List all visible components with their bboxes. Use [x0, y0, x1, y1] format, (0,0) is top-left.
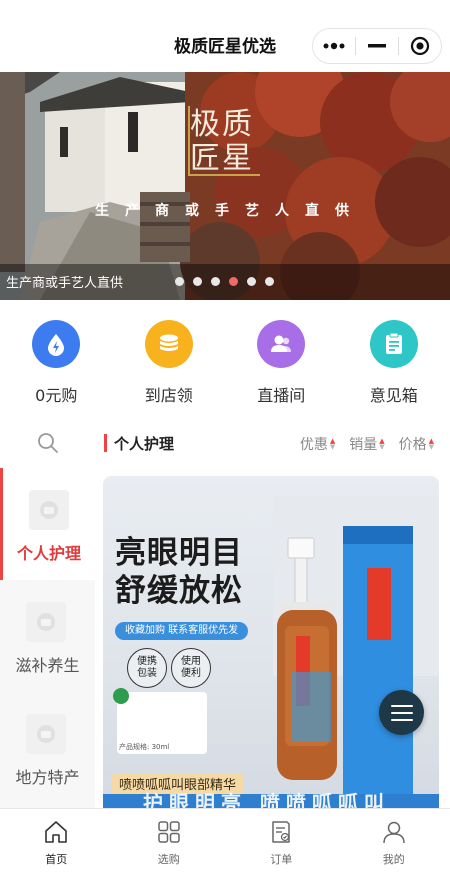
quick-nav-free-buy[interactable]: 0元购 — [0, 300, 113, 418]
product-headline: 亮眼明目 舒缓放松 — [115, 534, 243, 610]
product-bottom-text: 护眼明亮 喷喷呱呱叫 — [143, 791, 390, 808]
product-headline-line1: 亮眼明目 — [115, 535, 243, 571]
tab-label: 选购 — [157, 853, 180, 866]
category-sidebar: 个人护理 滋补养生 地方特产 — [0, 418, 95, 808]
quick-nav-label: 0元购 — [35, 386, 78, 405]
tab-label: 我的 — [382, 853, 405, 866]
product-feature-badge: 使用 便利 — [171, 648, 211, 688]
carousel-indicator — [175, 277, 274, 286]
menu-icon — [390, 704, 413, 721]
banner-caption-bar: 生产商或手艺人直供 — [0, 264, 450, 300]
product-feature-badge: 便携 包装 — [127, 648, 167, 688]
quick-icon-circle — [369, 320, 418, 368]
product-status-dot — [113, 688, 129, 704]
quick-icon-circle — [257, 320, 305, 368]
category-label: 地方特产 — [15, 768, 80, 787]
target-close-icon — [410, 36, 430, 56]
sort-arrows-icon: ▲ ▼ — [428, 437, 434, 451]
user-icon — [382, 821, 405, 844]
section-accent-bar — [104, 434, 107, 452]
carousel-dot[interactable] — [193, 277, 202, 286]
product-image — [119, 496, 439, 796]
tab-label: 首页 — [45, 853, 68, 866]
image-placeholder-icon — [37, 613, 55, 631]
banner-carousel[interactable]: 极质 匠星 生产商或手艺人直供 生产商或手艺人直供 — [0, 72, 450, 300]
bottom-tab-bar: 首页 选购 订单 我的 — [0, 808, 450, 873]
sort-options: 优惠 ▲ ▼ 销量 ▲ ▼ 价格 ▲ ▼ — [300, 434, 434, 454]
sort-label: 优惠 — [299, 437, 328, 453]
carousel-dot[interactable] — [265, 277, 274, 286]
sort-sales[interactable]: 销量 ▲ ▼ — [349, 434, 384, 454]
carousel-dot[interactable] — [175, 277, 184, 286]
sort-arrows-icon: ▲ ▼ — [329, 437, 336, 451]
sort-label: 销量 — [349, 437, 378, 453]
quick-nav-store-pickup[interactable]: 到店领 — [113, 300, 226, 418]
badge-text: 便携 包装 — [137, 656, 157, 679]
water-drop-icon — [48, 334, 64, 356]
banner-caption: 生产商或手艺人直供 — [6, 276, 124, 291]
category-image-placeholder — [26, 602, 66, 642]
more-button[interactable] — [313, 29, 355, 63]
category-image-placeholder — [26, 714, 66, 754]
quick-icon-circle — [32, 320, 80, 368]
quick-icon-circle — [144, 320, 193, 368]
clipboard-icon — [385, 332, 402, 354]
nav-header: 极质匠星优选 — [0, 0, 450, 72]
tab-shop[interactable]: 选购 — [113, 809, 226, 873]
tab-mine[interactable]: 我的 — [338, 809, 450, 873]
product-list-header: 个人护理 优惠 ▲ ▼ 销量 ▲ ▼ 价格 ▲ ▼ — [95, 418, 450, 468]
quick-nav-label: 直播间 — [257, 386, 306, 405]
floating-menu-button[interactable] — [379, 690, 424, 735]
image-placeholder-icon — [40, 501, 58, 519]
quick-nav-label: 到店领 — [144, 386, 193, 405]
category-local-specialty[interactable]: 地方特产 — [0, 692, 95, 804]
sort-discount[interactable]: 优惠 ▲ ▼ — [300, 434, 335, 454]
carousel-dot-active[interactable] — [229, 277, 238, 286]
coin-stack-icon — [159, 334, 178, 351]
close-button[interactable] — [399, 29, 441, 63]
quick-nav: 0元购 到店领 直播间 意见箱 — [0, 300, 450, 418]
user-group-icon — [271, 335, 291, 352]
category-personal-care[interactable]: 个人护理 — [0, 468, 95, 580]
banner-logo-line1: 极质 — [190, 107, 254, 142]
sort-arrows-icon: ▲ ▼ — [379, 437, 385, 451]
quick-nav-live-room[interactable]: 直播间 — [225, 300, 338, 418]
order-icon — [272, 821, 290, 843]
sort-price[interactable]: 价格 ▲ ▼ — [399, 434, 434, 454]
product-spec-text: 产品规格: 30ml — [119, 743, 170, 751]
tab-label: 订单 — [270, 853, 293, 866]
product-card[interactable]: 亮眼明目 舒缓放松 收藏加购 联系客服优先发 便携 包装 使用 便利 产品规格:… — [103, 476, 439, 808]
category-label: 个人护理 — [16, 544, 81, 563]
category-image-placeholder — [29, 490, 69, 530]
category-label: 滋补养生 — [15, 656, 80, 675]
banner-logo: 极质 匠星 — [190, 108, 266, 176]
banner-logo-line2: 匠星 — [190, 141, 254, 176]
minimize-button[interactable] — [356, 29, 398, 63]
banner-slogan: 生产商或手艺人直供 — [95, 203, 365, 219]
quick-nav-label: 意见箱 — [369, 386, 418, 405]
quick-nav-feedback[interactable]: 意见箱 — [338, 300, 450, 418]
mini-program-capsule — [312, 28, 442, 64]
home-icon — [45, 821, 67, 843]
minus-icon — [368, 44, 386, 48]
product-promo-pill: 收藏加购 联系客服优先发 — [115, 622, 249, 640]
tab-orders[interactable]: 订单 — [225, 809, 338, 873]
sort-label: 价格 — [398, 437, 427, 453]
more-dots-icon — [323, 42, 345, 50]
badge-text: 使用 便利 — [181, 656, 201, 679]
category-nourishing[interactable]: 滋补养生 — [0, 580, 95, 692]
product-headline-line2: 舒缓放松 — [115, 573, 243, 609]
image-placeholder-icon — [37, 725, 55, 743]
grid-icon — [157, 821, 180, 843]
search-button[interactable] — [0, 418, 95, 468]
carousel-dot[interactable] — [247, 277, 256, 286]
search-icon — [37, 433, 58, 453]
carousel-dot[interactable] — [211, 277, 220, 286]
section-title: 个人护理 — [114, 435, 175, 453]
tab-home[interactable]: 首页 — [0, 809, 113, 873]
